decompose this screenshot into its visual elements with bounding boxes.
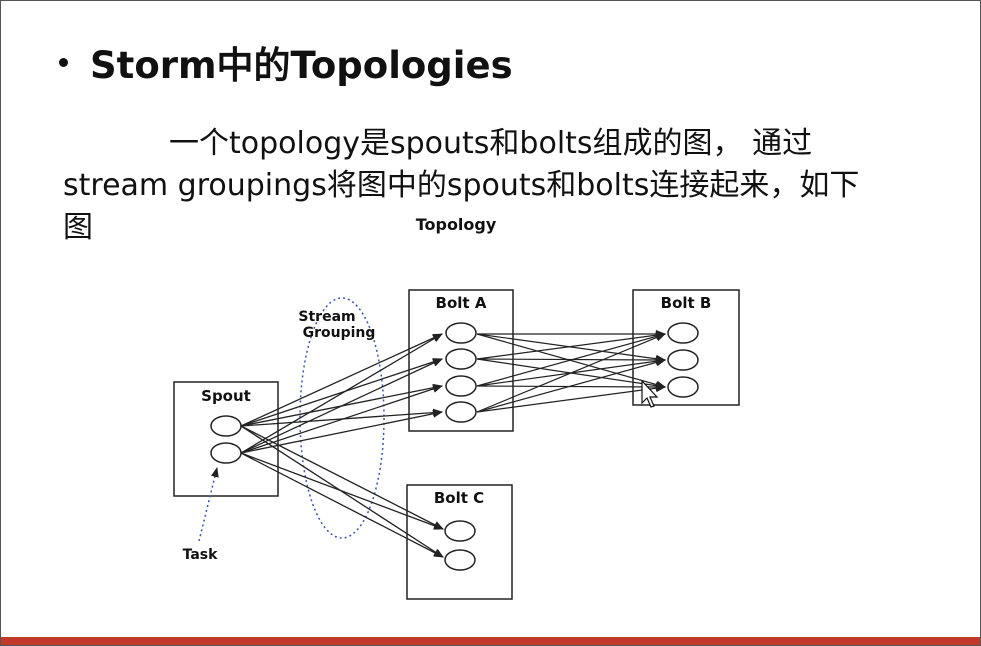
stream-grouping-label-1: Stream	[298, 309, 355, 325]
bolt-c-task-2	[444, 549, 476, 571]
edge	[240, 452, 444, 558]
spout-task-1	[210, 415, 242, 437]
bolt-c-label: Bolt C	[434, 489, 484, 507]
edge	[240, 333, 443, 454]
bolt-b-task-1	[667, 322, 699, 344]
edge	[240, 409, 443, 454]
bolt-a-task-2	[445, 348, 477, 370]
bolt-a-task-4	[445, 401, 477, 423]
edges-spout-to-bolt-c	[240, 425, 444, 558]
bolt-a-label: Bolt A	[436, 294, 487, 312]
edges-spout-to-bolt-a	[240, 333, 443, 454]
bottom-bar	[1, 637, 980, 645]
spout-task-2	[210, 442, 242, 464]
bolt-b-task-3	[667, 376, 699, 398]
bolt-b-label: Bolt B	[661, 294, 712, 312]
edge	[476, 333, 666, 413]
task-pointer	[198, 467, 219, 542]
bolt-c-task-1	[444, 520, 476, 542]
topology-diagram: Topology Spout Bolt A Bolt B Bolt C Stre…	[173, 215, 740, 600]
edge	[240, 358, 443, 454]
edge	[240, 425, 444, 530]
diagram-title: Topology	[416, 215, 497, 234]
edge	[240, 452, 444, 530]
bolt-a-task-1	[445, 322, 477, 344]
stream-grouping-label-2: Grouping	[303, 325, 376, 341]
edge	[240, 333, 443, 427]
bolt-b-task-2	[667, 349, 699, 371]
edge	[476, 384, 666, 413]
edges-bolt-a-to-bolt-b	[476, 330, 666, 413]
slide: Storm中的Topologies 一个topology是spouts和bolt…	[0, 0, 981, 646]
bolt-a-task-3	[445, 375, 477, 397]
spout-label: Spout	[201, 387, 251, 405]
task-label: Task	[183, 547, 219, 563]
